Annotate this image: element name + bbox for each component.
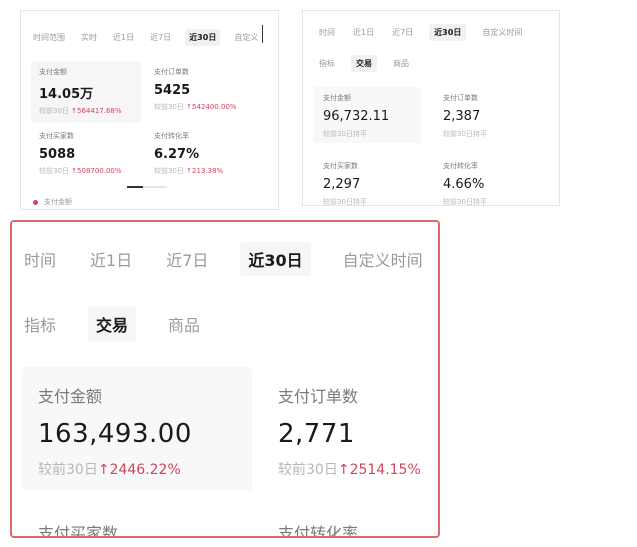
metric-compare: 较前30日 ↑508700.00%: [39, 167, 122, 175]
time-range-tabs: 时间范围 实时 近1日 近7日 近30日 自定义: [31, 29, 272, 46]
metric-label: 支付买家数: [39, 132, 74, 140]
tab-last-30-days[interactable]: 近30日: [185, 29, 221, 46]
metric-compare: 较前30日↑2514.15%: [278, 462, 421, 478]
tab-trade[interactable]: 交易: [88, 307, 137, 341]
metric-compare: 较前30日↑2446.22%: [38, 462, 181, 478]
category-tabs: 指标 交易 商品: [317, 55, 425, 72]
metric-card-buyer-count[interactable]: 支付买家数: [38, 520, 119, 538]
metric-compare: 较前30日持平: [323, 130, 367, 138]
metric-card-payment-amount[interactable]: 支付金额 14.05万 较前30日 ↑564417.68%: [31, 61, 141, 123]
metric-card-payment-amount[interactable]: 支付金额 96,732.11 较前30日持平: [313, 87, 421, 143]
tab-last-30-days[interactable]: 近30日: [429, 24, 467, 41]
tab-custom-time[interactable]: 自定义时间: [341, 242, 425, 276]
metric-value: 14.05万: [39, 87, 94, 102]
metric-value: 6.27%: [154, 147, 200, 162]
arrow-up-icon: ↑: [337, 462, 350, 478]
metric-value: 96,732.11: [323, 109, 390, 124]
legend-label: 支付金额: [44, 198, 72, 206]
chart-legend: 支付金额: [33, 197, 72, 207]
tab-realtime[interactable]: 实时: [79, 29, 99, 46]
metric-change: 542400.00%: [192, 103, 237, 111]
tab-last-1-day[interactable]: 近1日: [88, 242, 134, 276]
metric-compare: 较前30日持平: [443, 198, 487, 206]
metric-value: 2,387: [443, 109, 481, 124]
category-tabs: 指标 交易 商品: [22, 307, 232, 341]
tab-last-1-day[interactable]: 近1日: [111, 29, 136, 46]
metric-label: 支付转化率: [154, 132, 189, 140]
metric-label: 支付订单数: [278, 387, 359, 406]
metric-change: 2446.22%: [109, 462, 181, 478]
metric-card-order-count[interactable]: 支付订单数 2,771 较前30日↑2514.15%: [278, 383, 421, 479]
metric-compare: 较前30日 ↑542400.00%: [154, 103, 237, 111]
metric-card-buyer-count[interactable]: 支付买家数 5088 较前30日 ↑508700.00%: [39, 131, 122, 176]
metric-compare: 较前30日 ↑564417.68%: [39, 107, 122, 115]
metric-label: 支付买家数: [38, 524, 119, 538]
metric-label: 支付订单数: [154, 68, 189, 76]
metric-value: 4.66%: [443, 177, 485, 192]
metric-label: 支付金额: [323, 94, 351, 102]
metric-card-payment-amount[interactable]: 支付金额 163,493.00 较前30日↑2446.22%: [22, 367, 252, 491]
panel-trade-overview-highlighted: 时间 近1日 近7日 近30日 自定义时间 指标 交易 商品 支付金额 163,…: [10, 220, 440, 538]
tab-custom-time[interactable]: 自定义时间: [480, 24, 524, 41]
metric-label: 支付转化率: [443, 162, 478, 170]
time-range-tabs: 时间 近1日 近7日 近30日 自定义时间: [22, 242, 438, 276]
tab-last-7-days[interactable]: 近7日: [148, 29, 173, 46]
time-range-tabs: 时间 近1日 近7日 近30日 自定义时间: [317, 24, 538, 41]
metric-change: 508700.00%: [77, 167, 122, 175]
metric-label: 支付订单数: [443, 94, 478, 102]
scroll-edge: [262, 25, 263, 43]
carousel-pager[interactable]: [127, 186, 167, 188]
metric-card-conversion-rate[interactable]: 支付转化率 6.27% 较前30日 ↑213.38%: [154, 131, 223, 176]
tab-trade[interactable]: 交易: [351, 55, 377, 72]
tab-time-label: 时间: [24, 251, 57, 270]
arrow-up-icon: ↑: [97, 462, 110, 478]
tab-last-30-days[interactable]: 近30日: [240, 242, 311, 276]
panel-trade-overview-flat: 时间 近1日 近7日 近30日 自定义时间 指标 交易 商品 支付金额 96,7…: [302, 10, 560, 206]
metric-value: 2,297: [323, 177, 361, 192]
tab-time-label: 时间: [319, 28, 335, 37]
metric-card-order-count[interactable]: 支付订单数 2,387 较前30日持平: [443, 93, 487, 139]
tab-metrics-label: 指标: [319, 59, 335, 68]
pager-knob: [127, 186, 143, 188]
metric-label: 支付金额: [38, 387, 103, 406]
tab-last-7-days[interactable]: 近7日: [390, 24, 415, 41]
metric-label: 支付转化率: [278, 524, 359, 538]
metric-card-conversion-rate[interactable]: 支付转化率 4.66% 较前30日持平: [443, 161, 487, 206]
metric-change: 213.38%: [192, 167, 224, 175]
metric-label: 支付金额: [39, 68, 67, 76]
tab-last-7-days[interactable]: 近7日: [164, 242, 210, 276]
tab-last-1-day[interactable]: 近1日: [351, 24, 376, 41]
metric-change: 564417.68%: [77, 107, 122, 115]
tab-time-range-label: 时间范围: [33, 33, 65, 42]
tab-product[interactable]: 商品: [166, 307, 202, 341]
metric-value: 2,771: [278, 419, 355, 449]
metric-change: 2514.15%: [349, 462, 421, 478]
tab-custom[interactable]: 自定义: [232, 29, 260, 46]
metric-compare: 较前30日持平: [323, 198, 367, 206]
metric-label: 支付买家数: [323, 162, 358, 170]
tab-product[interactable]: 商品: [391, 55, 411, 72]
panel-realtime-overview: 时间范围 实时 近1日 近7日 近30日 自定义 支付金额 14.05万 较前3…: [20, 10, 279, 210]
metric-card-order-count[interactable]: 支付订单数 5425 较前30日 ↑542400.00%: [154, 67, 237, 112]
legend-dot-icon: [33, 199, 38, 205]
metric-card-conversion-rate[interactable]: 支付转化率: [278, 520, 359, 538]
metric-value: 163,493.00: [38, 419, 192, 449]
metric-card-buyer-count[interactable]: 支付买家数 2,297 较前30日持平: [323, 161, 367, 206]
metric-compare: 较前30日持平: [443, 130, 487, 138]
metric-value: 5088: [39, 147, 76, 162]
metric-value: 5425: [154, 83, 191, 98]
tab-metrics-label: 指标: [24, 316, 57, 335]
metric-compare: 较前30日 ↑213.38%: [154, 167, 224, 175]
